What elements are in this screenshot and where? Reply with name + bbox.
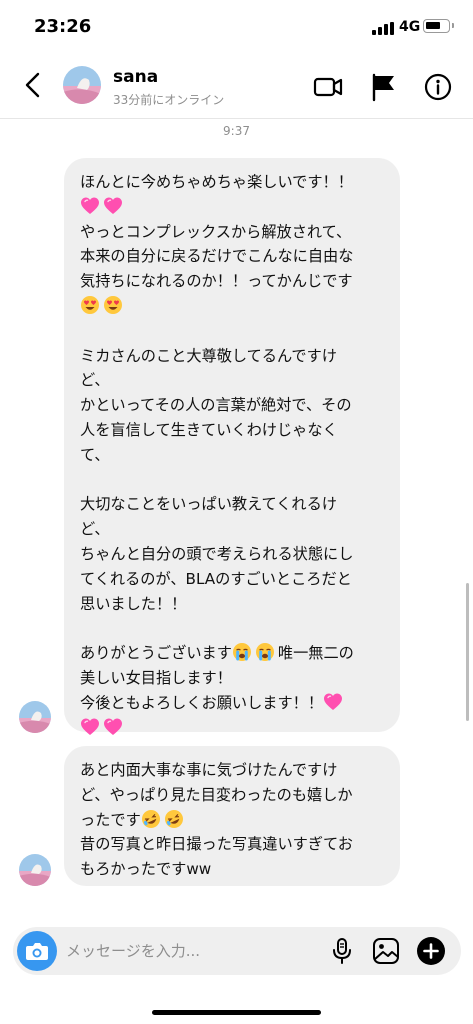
voice-message-button[interactable] [327,936,357,966]
info-button[interactable] [423,72,453,102]
rofl-emoji-icon [141,809,164,829]
heart-eyes-emoji-icon [103,295,126,315]
sender-avatar[interactable] [19,701,51,733]
message-line: 本来の自分に戻るだけでこんなに自由な [80,247,354,266]
message-line [80,195,384,220]
gallery-icon [373,938,399,964]
info-icon [424,73,452,101]
message-line: もろかったですww [80,860,212,879]
message-bubble[interactable]: ほんとに今めちゃめちゃ楽しいです！！ やっとコンプレックスから解放されて、 本来の自… [64,158,400,735]
status-bar: 23:26 4G [0,0,473,50]
message-line: あと内面大事な事に気づけたんですけ [80,761,338,779]
battery-icon [423,19,454,33]
contact-avatar[interactable] [63,66,101,104]
microphone-icon [333,938,351,964]
add-button[interactable] [416,936,446,966]
chat-header: sana 33分前にオンライン [0,52,473,119]
message-line: ミカさんのこと大尊敬してるんですけ [80,346,337,365]
message-line: かといってその人の言葉が絶対で、その [80,396,352,415]
add-icon [417,937,445,965]
rofl-emoji-icon [164,809,187,829]
back-button[interactable] [18,70,48,100]
heart-emoji-icon [80,718,103,737]
message-line: ほんとに今めちゃめちゃ楽しいです！！ [80,173,353,191]
status-time: 23:26 [34,16,92,37]
message-input[interactable] [66,937,266,965]
crying-emoji-icon [232,643,255,662]
message-line: ちゃんと自分の頭で考えられる状態にし [80,544,354,563]
message-line [80,716,384,741]
video-call-button[interactable] [313,72,343,102]
crying-emoji-icon [255,643,278,662]
report-button[interactable] [369,72,399,102]
scrollbar[interactable] [466,583,469,721]
message-line: て、 [80,445,110,464]
message-bubble[interactable]: あと内面大事な事に気づけたんですけ ど、やっぱり見た目変わったのも嬉しかったです昔… [64,746,400,886]
cellular-signal-icon [372,22,396,35]
heart-emoji-icon [80,197,103,216]
message-line: てくれるのが、BLAのすごいところだと [80,569,352,588]
message-timestamp: 9:37 [223,124,250,138]
message-line [80,294,384,319]
back-chevron-icon [25,72,40,98]
message-line: ど、 [80,520,110,539]
message-line: 大切なことをいっぱい教えてくれるけ [80,495,337,514]
heart-emoji-icon [323,693,346,712]
gallery-button[interactable] [371,936,401,966]
camera-icon [26,943,48,960]
message-line: 昔の写真と昨日撮った写真違いすぎてお [80,835,353,854]
message-line: 美しい女目指します！ [80,668,232,687]
message-line: 思いました！！ [80,594,187,613]
camera-button[interactable] [17,931,57,971]
message-line: 人を盲信して生きていくわけじゃなく [80,420,338,439]
video-camera-icon [313,77,343,97]
sender-avatar[interactable] [19,854,51,886]
heart-eyes-emoji-icon [80,295,103,315]
heart-emoji-icon [103,718,126,737]
message-line: 今後ともよろしくお願いします！！ [80,691,384,716]
message-line: やっとコンプレックスから解放されて、 [80,222,352,241]
heart-emoji-icon [103,197,126,216]
message-line: ど、 [80,371,110,390]
message-line: ど、やっぱり見た目変わったのも嬉しか [80,785,353,804]
message-line: 気持ちになれるのか！！ってかんじです [80,272,353,291]
network-type: 4G [399,19,421,35]
contact-name[interactable]: sana [113,67,158,87]
home-indicator[interactable] [152,1010,321,1015]
flag-icon [372,73,394,102]
message-line: ったです [80,808,384,833]
message-composer [13,927,461,975]
contact-status: 33分前にオンライン [113,93,225,107]
message-line: ありがとうございます 唯一無二の [80,643,354,663]
